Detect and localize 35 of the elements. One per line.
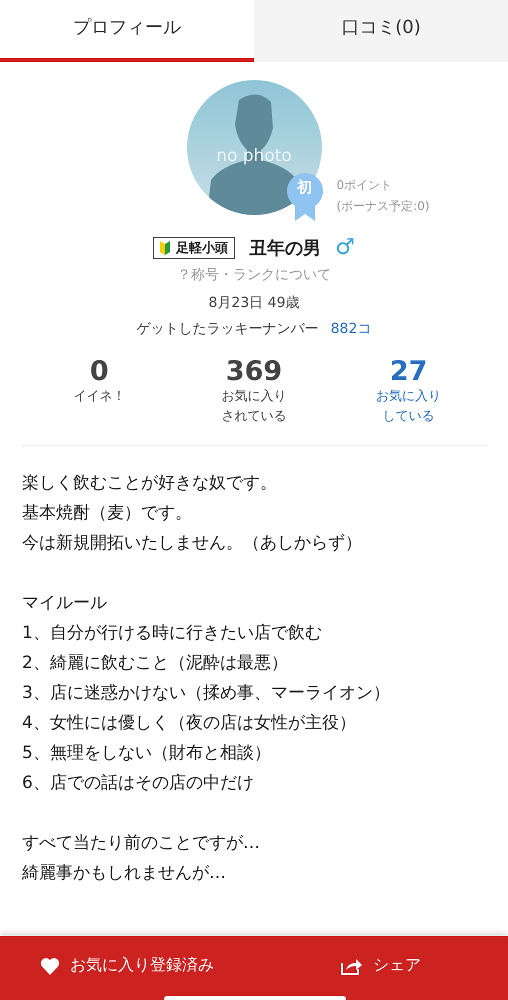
birthday-age: 8月23日 49歳: [208, 294, 300, 312]
bio-line: 6、店での話はその店の中だけ: [22, 772, 255, 795]
rank-ribbon-icon: [286, 173, 322, 221]
stat-label: イイネ！: [73, 388, 126, 406]
stat-label[interactable]: お気に入り している: [376, 387, 442, 427]
bio-line: 5、無理をしない（財布と相談）: [22, 742, 272, 765]
stat-count: 369: [226, 356, 282, 387]
stat-label: お気に入り されている: [221, 388, 286, 426]
beginner-mark-icon: [160, 240, 170, 254]
heart-icon: [40, 956, 60, 974]
stat-count: 0: [90, 356, 109, 387]
bio-line: 4、女性には優しく（夜の店は女性が主役）: [22, 712, 357, 735]
rank-info-link[interactable]: ？称号・ランクについて: [177, 266, 331, 284]
points-text: 0ポイント: [336, 177, 394, 194]
share-button[interactable]: シェア: [254, 936, 508, 1000]
title-badge: 足軽小頭: [153, 236, 236, 258]
stat-count[interactable]: 27: [390, 356, 428, 387]
lucky-number-label: ゲットしたラッキーナンバー: [136, 320, 319, 338]
rank-label: 初: [296, 178, 313, 197]
bio-line: 1、自分が行ける時に行きたい店で飲む: [22, 622, 323, 645]
user-name: 丑年の男: [249, 236, 322, 260]
bio-line: 今は新規開拓いたしません。（あしからず）: [22, 532, 363, 555]
bio-line: 楽しく飲むことが好きな奴です。: [22, 472, 278, 495]
lucky-number-link[interactable]: 882コ: [330, 320, 372, 338]
bio-line: マイルール: [22, 592, 108, 615]
tab[interactable]: プロフィール: [0, 0, 254, 62]
bonus-text: (ボーナス予定:0): [336, 198, 430, 215]
favorite-button[interactable]: お気に入り登録済み: [0, 936, 254, 1000]
gender-symbol: ♂: [335, 235, 355, 260]
bio-line: 2、綺麗に飲むこと（泥酔は最悪）: [22, 652, 289, 675]
bio-line: 3、店に迷惑かけない（揉め事、マーライオン）: [22, 682, 391, 705]
bio-line: 基本焼酎（麦）です。: [22, 502, 193, 525]
bio-line: すべて当たり前のことですが…: [22, 832, 261, 855]
bio-line: 綺麗事かもしれませんが…: [22, 862, 227, 885]
share-icon: [341, 956, 363, 974]
